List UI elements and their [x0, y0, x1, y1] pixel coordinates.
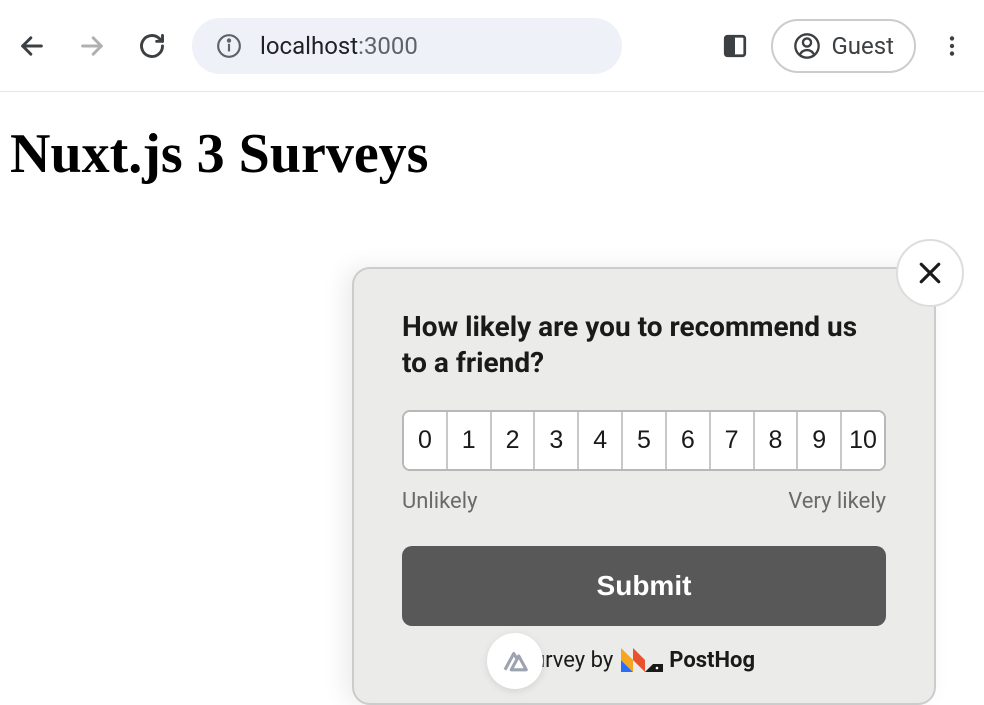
guest-label: Guest — [831, 32, 894, 60]
guest-profile-button[interactable]: Guest — [771, 19, 916, 73]
survey-question: How likely are you to recommend us to a … — [402, 309, 886, 382]
rating-9[interactable]: 9 — [798, 412, 842, 469]
nuxt-badge[interactable] — [487, 633, 543, 689]
survey-card: How likely are you to recommend us to a … — [352, 267, 936, 705]
posthog-brand-text: PostHog — [669, 648, 755, 673]
rating-10[interactable]: 10 — [842, 412, 884, 469]
nav-button-group — [16, 30, 168, 62]
close-button[interactable] — [896, 239, 964, 307]
right-controls: Guest — [719, 19, 968, 73]
posthog-brand[interactable]: PostHog — [621, 648, 755, 673]
rating-row: 0 1 2 3 4 5 6 7 8 9 10 — [402, 410, 886, 471]
url-text: localhost:3000 — [260, 32, 418, 60]
rating-4[interactable]: 4 — [579, 412, 623, 469]
reload-icon — [138, 32, 166, 60]
arrow-left-icon — [18, 32, 46, 60]
url-bar[interactable]: localhost:3000 — [192, 18, 622, 74]
rating-8[interactable]: 8 — [755, 412, 799, 469]
rating-7[interactable]: 7 — [711, 412, 755, 469]
nuxt-icon — [500, 646, 530, 676]
rating-1[interactable]: 1 — [448, 412, 492, 469]
rating-2[interactable]: 2 — [492, 412, 536, 469]
page-content: Nuxt.js 3 Surveys How likely are you to … — [0, 92, 984, 216]
close-icon — [915, 258, 945, 288]
survey-footer: urvey by PostHog — [402, 648, 886, 673]
rating-labels: Unlikely Very likely — [402, 489, 886, 514]
forward-button[interactable] — [76, 30, 108, 62]
reload-button[interactable] — [136, 30, 168, 62]
back-button[interactable] — [16, 30, 48, 62]
posthog-logo-icon — [621, 648, 663, 672]
panel-icon — [722, 33, 748, 59]
rating-label-high: Very likely — [788, 489, 886, 514]
submit-button[interactable]: Submit — [402, 546, 886, 626]
arrow-right-icon — [78, 32, 106, 60]
info-icon — [216, 33, 242, 59]
rating-5[interactable]: 5 — [623, 412, 667, 469]
dots-vertical-icon — [939, 33, 965, 59]
menu-button[interactable] — [936, 30, 968, 62]
rating-3[interactable]: 3 — [535, 412, 579, 469]
browser-toolbar: localhost:3000 Guest — [0, 0, 984, 92]
user-icon — [793, 32, 821, 60]
rating-6[interactable]: 6 — [667, 412, 711, 469]
panel-toggle-button[interactable] — [719, 30, 751, 62]
rating-label-low: Unlikely — [402, 489, 477, 514]
rating-0[interactable]: 0 — [404, 412, 448, 469]
survey-footer-text: urvey by — [533, 648, 613, 673]
page-title: Nuxt.js 3 Surveys — [10, 122, 974, 186]
